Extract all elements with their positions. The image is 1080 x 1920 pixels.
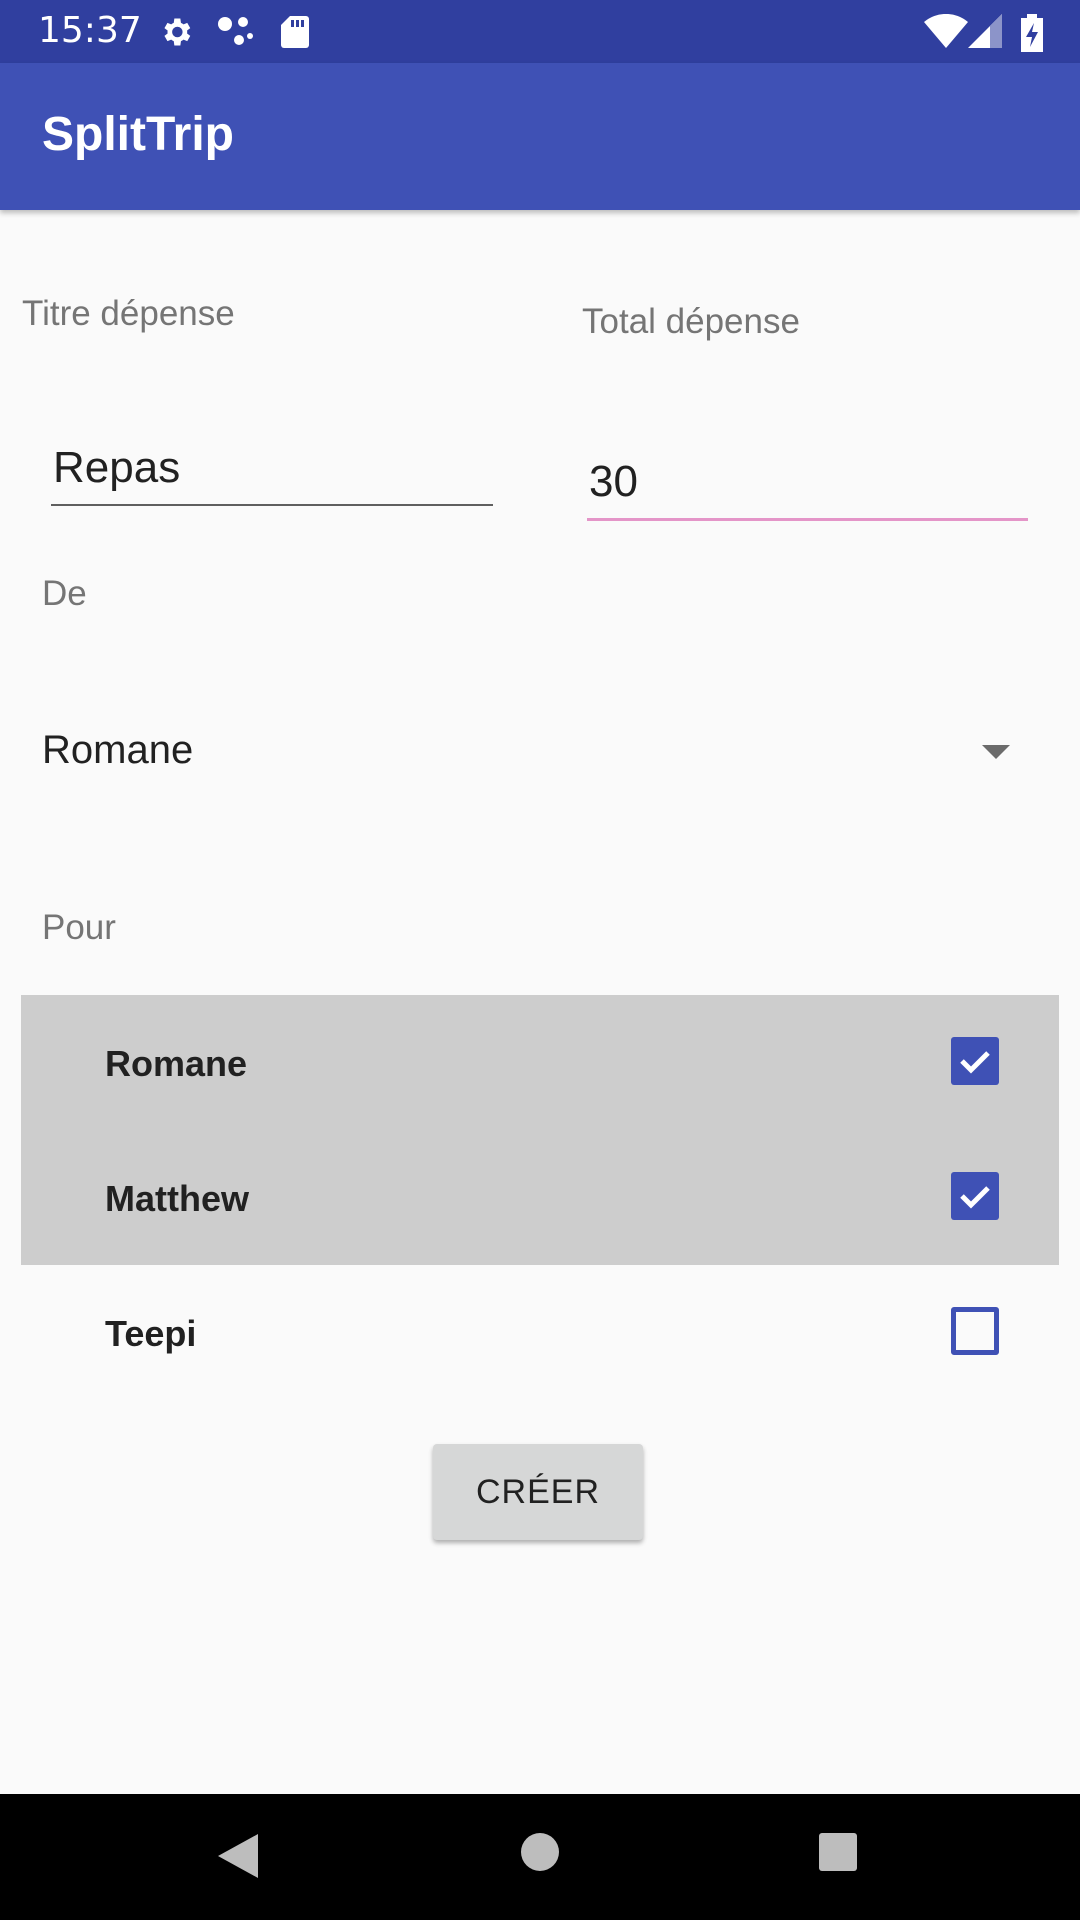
check-icon [960, 1051, 990, 1074]
battery-charging-icon [1020, 14, 1044, 56]
cell-signal-icon [968, 14, 1004, 52]
app-title: SplitTrip [42, 108, 234, 161]
status-bar: 15:37 [0, 0, 1080, 63]
participant-row-teepi[interactable]: Teepi [21, 1265, 1059, 1400]
from-selected-value: Romane [42, 728, 194, 772]
title-field [51, 438, 497, 506]
participant-name: Teepi [105, 1313, 197, 1354]
participant-row-romane[interactable]: Romane [21, 995, 1059, 1130]
status-time: 15:37 [38, 10, 142, 51]
total-field [587, 452, 1032, 521]
check-icon [960, 1186, 990, 1209]
title-input[interactable] [51, 438, 497, 498]
navigation-bar [0, 1794, 1080, 1920]
from-label: De [42, 574, 87, 613]
title-underline [51, 504, 493, 506]
participants-list: Romane Matthew Teepi [21, 995, 1059, 1400]
total-label: Total dépense [582, 302, 800, 341]
dots-icon [215, 14, 255, 54]
create-button[interactable]: CRÉER [433, 1444, 643, 1540]
total-input[interactable] [587, 452, 1032, 512]
participant-checkbox-teepi[interactable] [951, 1307, 999, 1355]
participant-row-matthew[interactable]: Matthew [21, 1130, 1059, 1265]
sd-card-icon [280, 14, 310, 54]
app-bar: SplitTrip [0, 63, 1080, 210]
wifi-icon [924, 13, 968, 52]
participant-checkbox-matthew[interactable] [951, 1172, 999, 1220]
participant-checkbox-romane[interactable] [951, 1037, 999, 1085]
participant-name: Matthew [105, 1178, 249, 1219]
recents-icon[interactable] [818, 1832, 858, 1876]
title-label: Titre dépense [22, 294, 235, 333]
dropdown-arrow-icon [982, 744, 1010, 763]
home-icon[interactable] [520, 1832, 560, 1876]
gear-icon [158, 14, 194, 54]
from-spinner[interactable]: Romane [30, 700, 1030, 804]
total-underline [587, 518, 1028, 521]
back-icon[interactable] [216, 1832, 260, 1884]
for-label: Pour [42, 908, 116, 947]
participant-name: Romane [105, 1043, 248, 1084]
